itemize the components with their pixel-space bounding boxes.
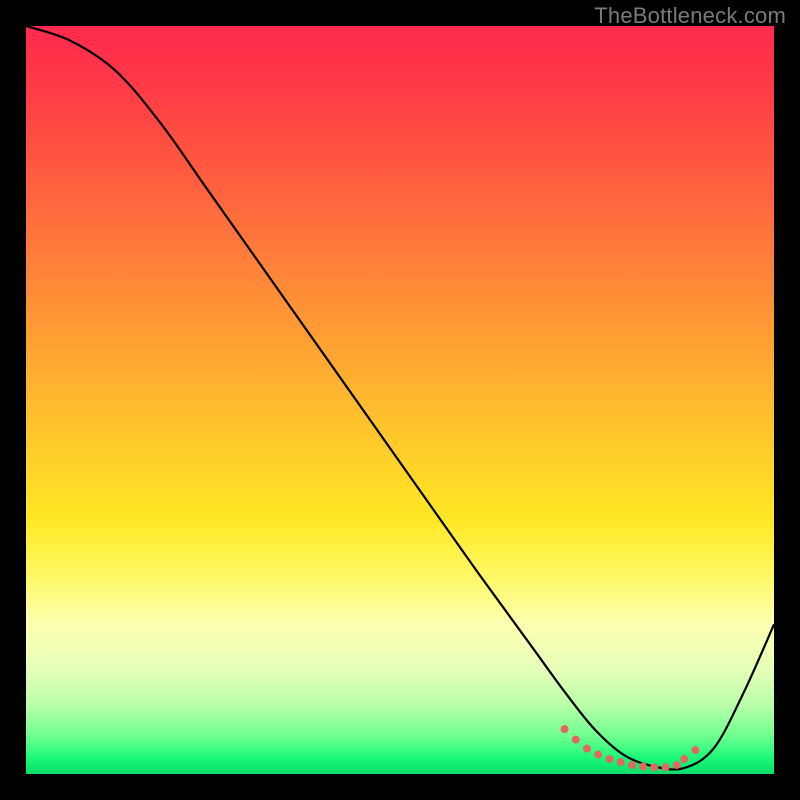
- highlight-dot: [650, 763, 658, 771]
- highlight-dot: [680, 755, 688, 763]
- highlight-dot: [617, 758, 625, 766]
- highlight-dot: [662, 763, 670, 771]
- highlight-dot: [572, 736, 580, 744]
- highlight-dot: [628, 761, 636, 769]
- chart-highlight-dots: [561, 725, 700, 771]
- highlight-dot: [594, 751, 602, 759]
- chart-stage: TheBottleneck.com: [0, 0, 800, 800]
- chart-curve: [26, 26, 774, 769]
- highlight-dot: [561, 725, 569, 733]
- highlight-dot: [605, 755, 613, 763]
- highlight-dot: [691, 746, 699, 754]
- watermark-text: TheBottleneck.com: [594, 3, 786, 29]
- highlight-dot: [673, 761, 681, 769]
- highlight-dot: [583, 745, 591, 753]
- chart-plot-area: [26, 26, 774, 774]
- highlight-dot: [639, 763, 647, 771]
- chart-svg: [26, 26, 774, 774]
